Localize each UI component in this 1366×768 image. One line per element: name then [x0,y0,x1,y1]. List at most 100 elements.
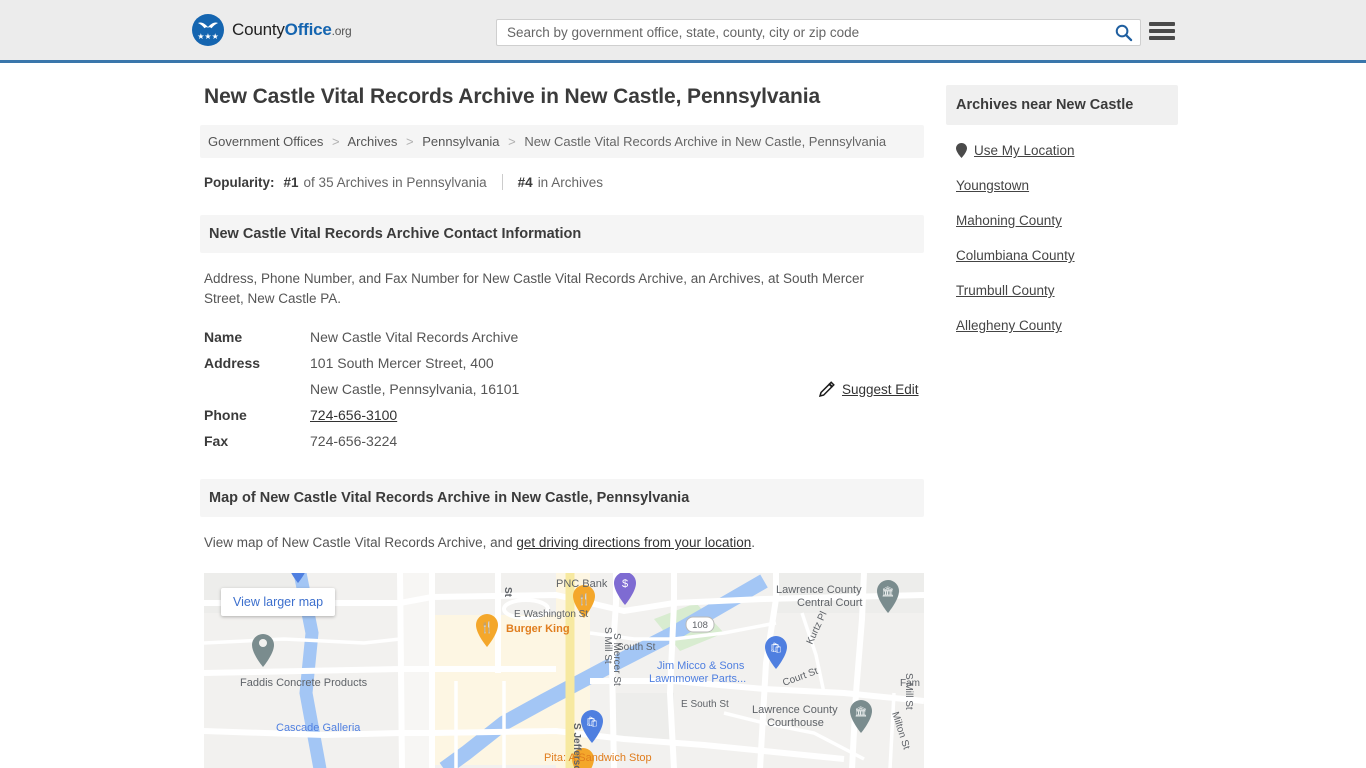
sidebar-item-label[interactable]: Youngstown [956,178,1029,193]
sidebar-item-trumbull-county[interactable]: Trumbull County [946,273,1178,308]
map-desc-prefix: View map of New Castle Vital Records Arc… [204,535,517,551]
table-row: Name New Castle Vital Records Archive [200,324,924,350]
popularity-rank-state-text: of 35 Archives in Pennsylvania [303,174,487,190]
contact-key-phone: Phone [204,407,247,424]
brand-part-county: County [232,20,285,39]
table-row: Fax 724-656-3224 [200,428,924,454]
breadcrumb-item-government-offices[interactable]: Government Offices [208,134,323,149]
contact-key-fax: Fax [204,433,229,450]
breadcrumb-separator: > [405,134,414,149]
view-larger-map-button[interactable]: View larger map [221,587,336,616]
page-title: New Castle Vital Records Archive in New … [204,85,821,108]
map-section-heading: Map of New Castle Vital Records Archive … [200,479,924,518]
map-section-description: View map of New Castle Vital Records Arc… [204,533,894,553]
svg-text:Faddis Concrete Products: Faddis Concrete Products [240,677,368,689]
sidebar-item-youngstown[interactable]: Youngstown [946,168,1178,203]
svg-text:Lawrence County: Lawrence County [776,584,862,596]
site-logo-link[interactable]: ★★★ CountyOffice.org [192,14,352,46]
contact-key-name: Name [204,329,243,346]
svg-text:🍴: 🍴 [480,621,494,634]
popularity-rank-national-text: in Archives [537,174,603,190]
contact-info-table: Name New Castle Vital Records Archive Ad… [200,324,924,454]
breadcrumb-item-archives[interactable]: Archives [348,134,398,149]
svg-text:E South St: E South St [681,699,729,710]
contact-value-fax: 724-656-3224 [310,433,398,450]
svg-text:St: St [502,587,513,598]
sidebar-item-label[interactable]: Use My Location [974,143,1075,158]
table-row: Address 101 South Mercer Street, 400 [200,350,924,376]
contact-value-phone[interactable]: 724-656-3100 [310,407,397,423]
popularity-label: Popularity: [204,174,275,190]
svg-text:Courthouse: Courthouse [767,717,824,729]
driving-directions-link[interactable]: get driving directions from your locatio… [516,535,751,550]
suggest-edit-label: Suggest Edit [842,382,919,397]
sidebar: Archives near New Castle Use My Location… [946,85,1178,768]
contact-section-description: Address, Phone Number, and Fax Number fo… [204,271,865,306]
svg-text:Fam: Fam [900,678,920,689]
suggest-edit-button[interactable]: Suggest Edit [818,381,1366,398]
map-embed[interactable]: .rd { stroke:#ffffff; stroke-width:6; fi… [204,572,924,768]
svg-text:S Mill St: S Mill St [602,627,613,664]
popularity-divider [501,174,503,190]
sidebar-item-columbiana-county[interactable]: Columbiana County [946,238,1178,273]
svg-text:🛍: 🛍 [770,642,783,654]
pencil-edit-icon [818,381,835,398]
sidebar-item-use-my-location[interactable]: Use My Location [946,133,1178,168]
menu-bar-2 [1149,29,1175,33]
svg-text:Pita: A Sandwich Stop: Pita: A Sandwich Stop [544,752,652,764]
logo-stars: ★★★ [197,32,219,41]
svg-text:$: $ [622,578,628,590]
contact-value-name: New Castle Vital Records Archive [310,329,519,346]
sidebar-item-allegheny-county[interactable]: Allegheny County [946,308,1178,343]
menu-bar-1 [1149,22,1175,26]
contact-key-blank [200,376,310,402]
breadcrumb-separator: > [508,134,516,149]
sidebar-item-label[interactable]: Mahoning County [956,213,1062,228]
contact-section-heading: New Castle Vital Records Archive Contact… [200,215,924,253]
svg-text:Central Court: Central Court [797,597,862,609]
map-pin-icon [956,143,967,158]
svg-text:🏛: 🏛 [855,706,868,718]
table-row: Phone 724-656-3100 [200,402,924,428]
sidebar-item-mahoning-county[interactable]: Mahoning County [946,203,1178,238]
search-bar[interactable] [496,19,1141,46]
contact-key-address: Address [204,355,261,372]
sidebar-list: Use My Location Youngstown Mahoning Coun… [946,133,1178,343]
table-row: New Castle, Pennsylvania, 16101 [200,376,924,402]
svg-text:Burger King: Burger King [506,623,570,635]
eagle-shield-logo-icon: ★★★ [192,14,224,46]
sidebar-item-label[interactable]: Columbiana County [956,248,1075,263]
sidebar-item-label[interactable]: Allegheny County [956,318,1062,333]
brand-part-office: Office [284,20,332,39]
svg-text:E Washington St: E Washington St [514,609,588,620]
svg-text:🍴: 🍴 [577,593,591,606]
map-desc-suffix: . [751,535,756,551]
svg-text:🛍: 🛍 [586,716,599,728]
brand-part-org: .org [331,24,352,38]
search-input[interactable] [497,20,1106,45]
svg-text:🏛: 🏛 [882,586,895,598]
page-body: New Castle Vital Records Archive in New … [0,63,1366,768]
menu-bar-3 [1149,36,1175,40]
svg-text:Lawrence County: Lawrence County [752,704,838,716]
popularity-row: Popularity: #1 of 35 Archives in Pennsyl… [204,174,924,190]
brand-wordmark: CountyOffice.org [232,20,352,40]
sidebar-item-label[interactable]: Trumbull County [956,283,1055,298]
breadcrumb: Government Offices > Archives > Pennsylv… [200,125,924,158]
site-header: ★★★ CountyOffice.org [0,0,1366,63]
breadcrumb-item-pennsylvania[interactable]: Pennsylvania [422,134,499,149]
popularity-rank-state: #1 [283,174,299,190]
search-button[interactable] [1106,20,1140,45]
hamburger-menu-icon[interactable] [1149,20,1175,42]
popularity-rank-national: #4 [517,174,533,190]
breadcrumb-item-current: New Castle Vital Records Archive in New … [524,134,887,149]
svg-text:Jim Micco & Sons: Jim Micco & Sons [657,660,745,672]
svg-text:PNC Bank: PNC Bank [556,578,608,590]
svg-text:108: 108 [692,620,708,631]
main-content: New Castle Vital Records Archive in New … [200,85,924,768]
sidebar-heading: Archives near New Castle [946,85,1178,125]
svg-text:Cascade Galleria: Cascade Galleria [276,722,361,734]
search-icon [1115,24,1132,42]
contact-value-address-line1: 101 South Mercer Street, 400 [310,355,494,372]
breadcrumb-separator: > [332,134,340,149]
